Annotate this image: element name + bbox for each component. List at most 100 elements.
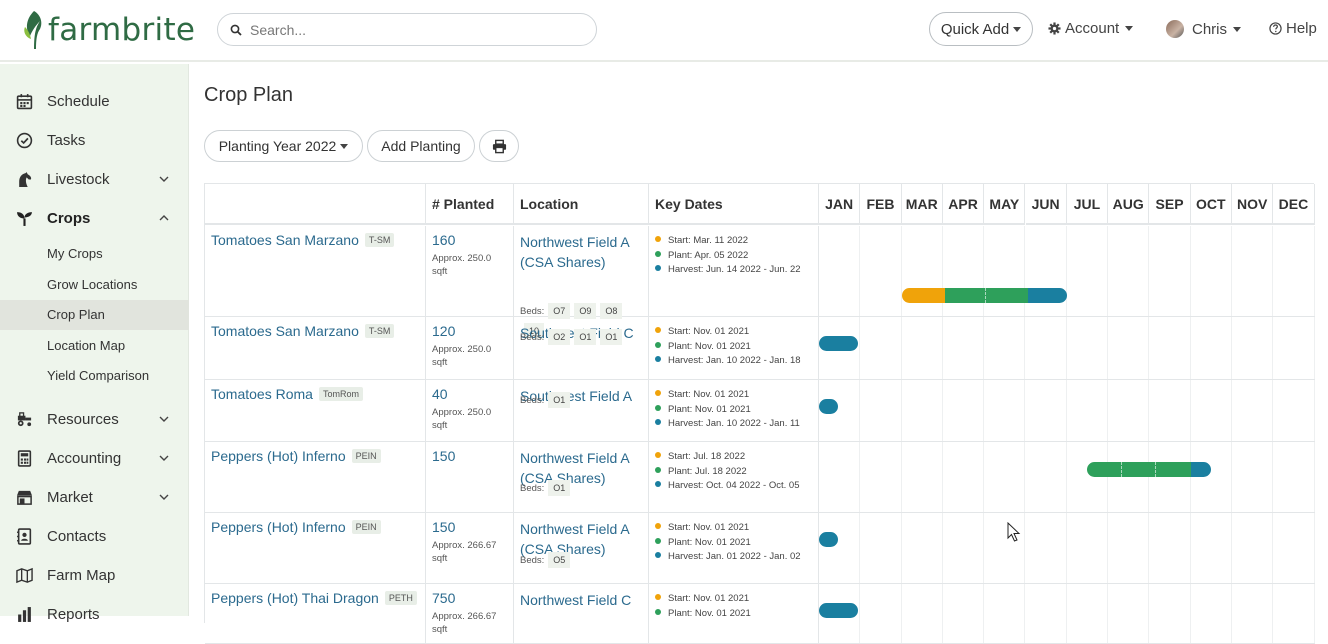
bed-badge[interactable]: O5: [548, 552, 571, 568]
search-box[interactable]: [217, 13, 597, 46]
dot-icon: [655, 390, 661, 397]
timeline-bar[interactable]: [819, 399, 838, 414]
bed-badge[interactable]: O2: [548, 329, 571, 345]
crop-name-link[interactable]: Peppers (Hot) Inferno: [211, 519, 346, 535]
planted-count[interactable]: 150: [432, 519, 455, 535]
month-cell: [1026, 442, 1067, 512]
planted-cell: 150 Approx. 266.67 sqft: [426, 513, 514, 583]
sidebar-item-resources[interactable]: Resources: [0, 400, 189, 438]
table-row[interactable]: Tomatoes San Marzano T-SM 120 Approx. 25…: [205, 317, 1315, 380]
start-date: Start: Jul. 18 2022: [655, 450, 799, 465]
sidebar-item-market[interactable]: Market: [0, 478, 189, 516]
location-link[interactable]: Northwest Field A (CSA Shares): [520, 232, 645, 272]
planted-count[interactable]: 750: [432, 590, 455, 606]
planted-count[interactable]: 40: [432, 386, 448, 402]
sidebar-subitem-location-map[interactable]: Location Map: [0, 331, 189, 361]
month-cell: [1149, 380, 1191, 441]
month-cell: [902, 584, 943, 643]
dot-icon: [655, 250, 661, 257]
table-row[interactable]: Peppers (Hot) Inferno PEIN 150 Approx. 2…: [205, 513, 1315, 584]
horse-icon: [15, 170, 33, 188]
month-cell: [1067, 584, 1109, 643]
sidebar-subitem-grow-locations[interactable]: Grow Locations: [0, 270, 189, 300]
bed-badge[interactable]: O1: [600, 329, 623, 345]
dot-icon: [655, 327, 661, 334]
month-cell: [943, 380, 985, 441]
crop-name-link[interactable]: Peppers (Hot) Inferno: [211, 448, 346, 464]
help-link[interactable]: Help: [1269, 20, 1317, 37]
planted-count[interactable]: 160: [432, 232, 455, 248]
account-label: Account: [1065, 20, 1120, 37]
month-cell: [1232, 513, 1274, 583]
user-menu[interactable]: Chris: [1166, 20, 1242, 38]
crop-cell: Tomatoes San Marzano T-SM: [205, 317, 426, 379]
table-row[interactable]: Tomatoes San Marzano T-SM 160 Approx. 25…: [205, 226, 1315, 339]
plant-segment: [986, 288, 1028, 303]
sidebar-item-label: Accounting: [47, 449, 122, 467]
crop-name-wrap: Tomatoes San Marzano T-SM: [211, 323, 395, 339]
quick-add-button[interactable]: Quick Add: [929, 12, 1033, 46]
timeline-bar[interactable]: [819, 532, 838, 547]
chevron-down-icon: [1233, 26, 1242, 32]
location-name: Northwest Field A: [520, 234, 630, 250]
sidebar-item-label: Livestock: [47, 170, 110, 188]
header-month: JUN: [1025, 184, 1067, 225]
add-planting-button[interactable]: Add Planting: [367, 130, 475, 162]
start-date: Start: Nov. 01 2021: [655, 592, 751, 607]
sidebar-item-contacts[interactable]: Contacts: [0, 517, 189, 555]
chevron-down-icon: [159, 494, 169, 500]
dot-icon: [655, 481, 661, 488]
sidebar-subitem-yield-comparison[interactable]: Yield Comparison: [0, 361, 189, 391]
bed-badge[interactable]: O1: [548, 392, 571, 408]
planted-count[interactable]: 150: [432, 448, 455, 464]
sidebar-item-label: Farm Map: [47, 566, 116, 584]
chevron-down-icon: [159, 416, 169, 422]
month-cell: [943, 513, 985, 583]
location-link[interactable]: Northwest Field C: [520, 590, 645, 610]
sidebar-item-reports[interactable]: Reports: [0, 595, 189, 633]
crop-name-link[interactable]: Tomatoes San Marzano: [211, 323, 359, 339]
timeline-bar[interactable]: [1087, 462, 1212, 477]
harvest-segment: [819, 399, 838, 414]
table-row[interactable]: Tomatoes Roma TomRom 40 Approx. 250.0 sq…: [205, 380, 1315, 442]
table-row[interactable]: Peppers (Hot) Thai Dragon PETH 750 Appro…: [205, 584, 1315, 644]
planting-year-label: Planting Year 2022: [218, 138, 337, 154]
location-name: Northwest Field A: [520, 450, 630, 466]
key-dates-cell: Start: Mar. 11 2022 Plant: Apr. 05 2022 …: [649, 226, 819, 316]
month-cell: [1149, 584, 1191, 643]
print-button[interactable]: [479, 130, 519, 162]
crop-name-link[interactable]: Tomatoes Roma: [211, 386, 313, 402]
table-row[interactable]: Peppers (Hot) Inferno PEIN 150 Northwest…: [205, 442, 1315, 513]
sidebar-item-tasks[interactable]: Tasks: [0, 121, 189, 159]
bed-badge[interactable]: O1: [574, 329, 597, 345]
planting-year-dropdown[interactable]: Planting Year 2022: [204, 130, 363, 162]
timeline-bar[interactable]: [819, 336, 859, 351]
header-key-dates: Key Dates: [649, 184, 819, 225]
sidebar-subitem-crop-plan[interactable]: Crop Plan: [0, 300, 189, 330]
month-cell: [1232, 584, 1274, 643]
bed-badge[interactable]: O1: [548, 480, 571, 496]
sidebar-item-schedule[interactable]: Schedule: [0, 82, 189, 120]
crop-plan-table: # Planted Location Key Dates JAN FEB MAR AP…: [204, 183, 1315, 644]
crop-name-link[interactable]: Peppers (Hot) Thai Dragon: [211, 590, 379, 606]
planted-count[interactable]: 120: [432, 323, 455, 339]
tractor-icon: [15, 410, 33, 428]
crop-name-wrap: Tomatoes San Marzano T-SM: [211, 232, 395, 248]
month-cell: [1026, 584, 1067, 643]
planted-cell: 750 Approx. 266.67 sqft: [426, 584, 514, 643]
crop-name-link[interactable]: Tomatoes San Marzano: [211, 232, 359, 248]
sidebar-item-farm-map[interactable]: Farm Map: [0, 556, 189, 594]
header-month: SEP: [1149, 184, 1191, 225]
farmbrite-logo[interactable]: farmbrite: [22, 9, 195, 51]
sidebar-item-crops[interactable]: Crops: [0, 199, 189, 237]
sidebar-subitem-my-crops[interactable]: My Crops: [0, 239, 189, 269]
timeline-bar[interactable]: [901, 288, 1067, 303]
account-menu[interactable]: Account: [1048, 20, 1134, 37]
sidebar-item-accounting[interactable]: Accounting: [0, 439, 189, 477]
month-cell: [1149, 226, 1191, 316]
month-cell: [1191, 584, 1232, 643]
search-input[interactable]: [250, 21, 570, 38]
brand-name: farmbrite: [48, 12, 196, 48]
chevron-down-icon: [159, 176, 169, 182]
sidebar-item-livestock[interactable]: Livestock: [0, 160, 189, 198]
